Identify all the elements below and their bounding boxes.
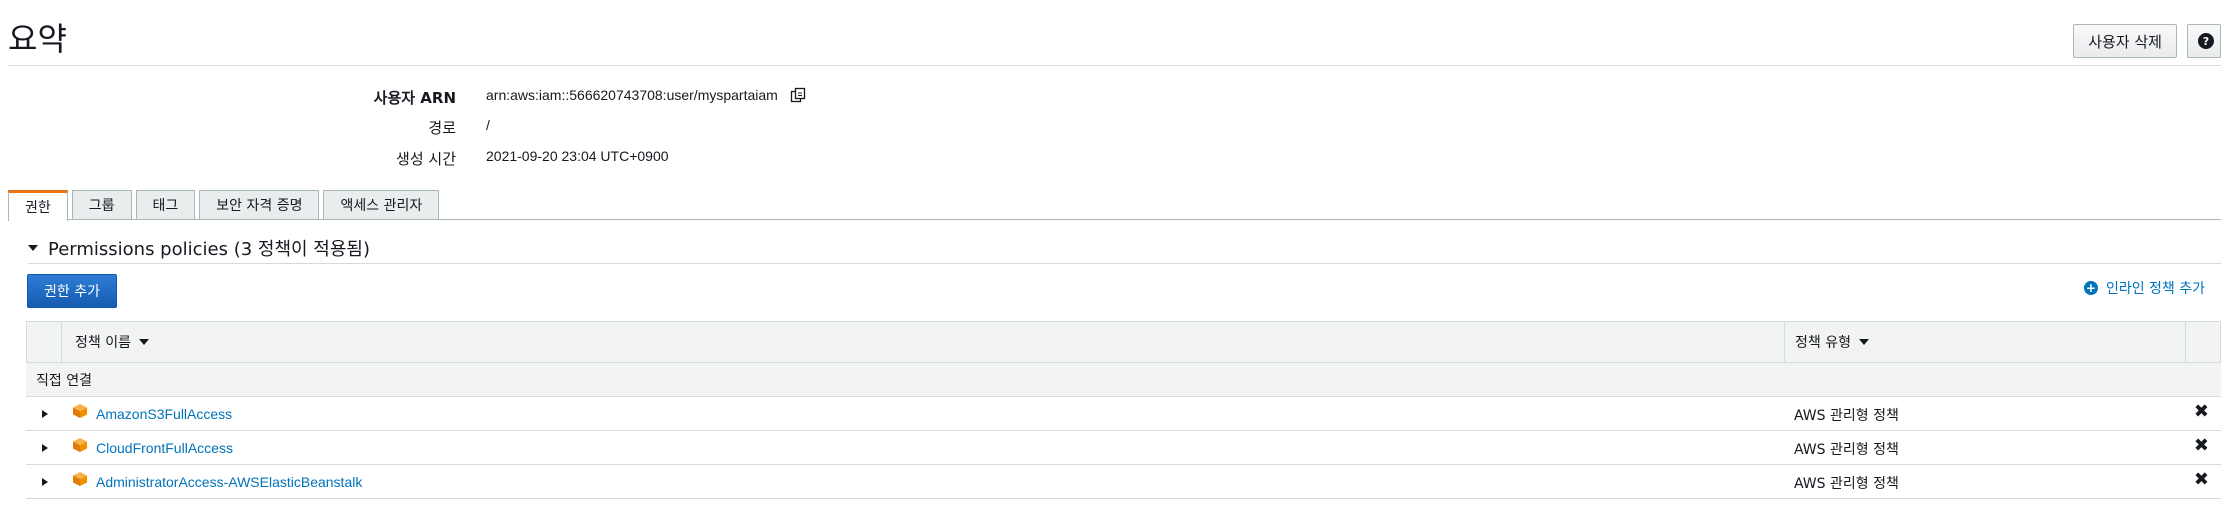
column-header-policy-type[interactable]: 정책 유형 — [1795, 322, 1869, 362]
tab-permissions[interactable]: 권한 — [8, 190, 68, 221]
policy-name-header-label: 정책 이름 — [75, 335, 131, 351]
header-actions: 사용자 삭제 ? — [2073, 24, 2221, 58]
policy-name-link[interactable]: CloudFrontFullAccess — [96, 440, 233, 456]
copy-icon[interactable] — [790, 87, 806, 103]
policies-table-header: 정책 이름 정책 유형 — [26, 321, 2221, 363]
aws-policy-cube-icon — [72, 471, 88, 487]
policy-type: AWS 관리형 정책 — [1794, 408, 1899, 424]
table-row: CloudFrontFullAccess AWS 관리형 정책 ✖ — [26, 431, 2221, 465]
created-row: 생성 시간 2021-09-20 23:04 UTC+0900 — [0, 148, 2221, 168]
created-label: 생성 시간 — [396, 150, 456, 168]
path-value: / — [486, 117, 490, 133]
created-value: 2021-09-20 23:04 UTC+0900 — [486, 148, 669, 164]
header-divider — [8, 65, 2221, 66]
path-label: 경로 — [428, 119, 456, 137]
column-divider — [2185, 322, 2186, 362]
policy-type: AWS 관리형 정책 — [1794, 442, 1899, 458]
expand-caret-icon[interactable] — [42, 478, 48, 486]
table-row: AmazonS3FullAccess AWS 관리형 정책 ✖ — [26, 397, 2221, 431]
page-title: 요약 — [8, 21, 67, 57]
plus-circle-icon: + — [2083, 281, 2098, 295]
arn-label: 사용자 ARN — [373, 89, 456, 107]
column-header-policy-name[interactable]: 정책 이름 — [75, 322, 149, 362]
add-inline-policy-label: 인라인 정책 추가 — [2105, 281, 2205, 297]
path-row: 경로 / — [0, 117, 2221, 137]
column-divider — [61, 322, 62, 362]
tab-divider — [8, 219, 2221, 220]
sort-caret-icon — [1858, 339, 1869, 345]
tab-groups[interactable]: 그룹 — [71, 190, 132, 219]
group-row-directly-attached: 직접 연결 — [26, 363, 2221, 397]
section-divider — [28, 263, 2221, 264]
caret-down-icon — [28, 245, 38, 251]
expand-caret-icon[interactable] — [42, 444, 48, 452]
arn-row: 사용자 ARN arn:aws:iam::566620743708:user/m… — [0, 87, 2221, 107]
sort-caret-icon — [138, 339, 149, 345]
remove-icon[interactable]: ✖ — [2194, 436, 2209, 454]
add-inline-policy-link[interactable]: + 인라인 정책 추가 — [2083, 278, 2205, 298]
aws-policy-cube-icon — [72, 437, 88, 453]
iam-user-summary-page: 요약 사용자 삭제 ? 사용자 ARN arn:aws:iam::5666207… — [0, 0, 2221, 521]
arn-value-group: arn:aws:iam::566620743708:user/myspartai… — [486, 87, 806, 103]
tab-security-credentials[interactable]: 보안 자격 증명 — [199, 190, 320, 219]
policy-name-link[interactable]: AdministratorAccess-AWSElasticBeanstalk — [96, 474, 362, 490]
policy-type-header-label: 정책 유형 — [1795, 335, 1851, 351]
policy-name-link[interactable]: AmazonS3FullAccess — [96, 406, 232, 422]
tab-tags[interactable]: 태그 — [135, 190, 196, 219]
help-icon: ? — [2198, 33, 2214, 49]
permissions-section-toggle[interactable]: Permissions policies (3 정책이 적용됨) — [28, 235, 370, 261]
expand-caret-icon[interactable] — [42, 410, 48, 418]
tab-access-advisor[interactable]: 액세스 관리자 — [323, 190, 440, 219]
arn-value: arn:aws:iam::566620743708:user/myspartai… — [486, 87, 778, 103]
policy-type: AWS 관리형 정책 — [1794, 476, 1899, 492]
user-tabs: 권한 그룹 태그 보안 자격 증명 액세스 관리자 — [8, 190, 440, 221]
help-button[interactable]: ? — [2187, 24, 2221, 58]
delete-user-button[interactable]: 사용자 삭제 — [2073, 24, 2177, 58]
table-row: AdministratorAccess-AWSElasticBeanstalk … — [26, 465, 2221, 499]
aws-policy-cube-icon — [72, 403, 88, 419]
add-permissions-button[interactable]: 권한 추가 — [27, 274, 117, 308]
column-divider — [1784, 322, 1785, 362]
remove-icon[interactable]: ✖ — [2194, 470, 2209, 488]
permissions-section-title: Permissions policies (3 정책이 적용됨) — [48, 239, 370, 260]
remove-icon[interactable]: ✖ — [2194, 402, 2209, 420]
